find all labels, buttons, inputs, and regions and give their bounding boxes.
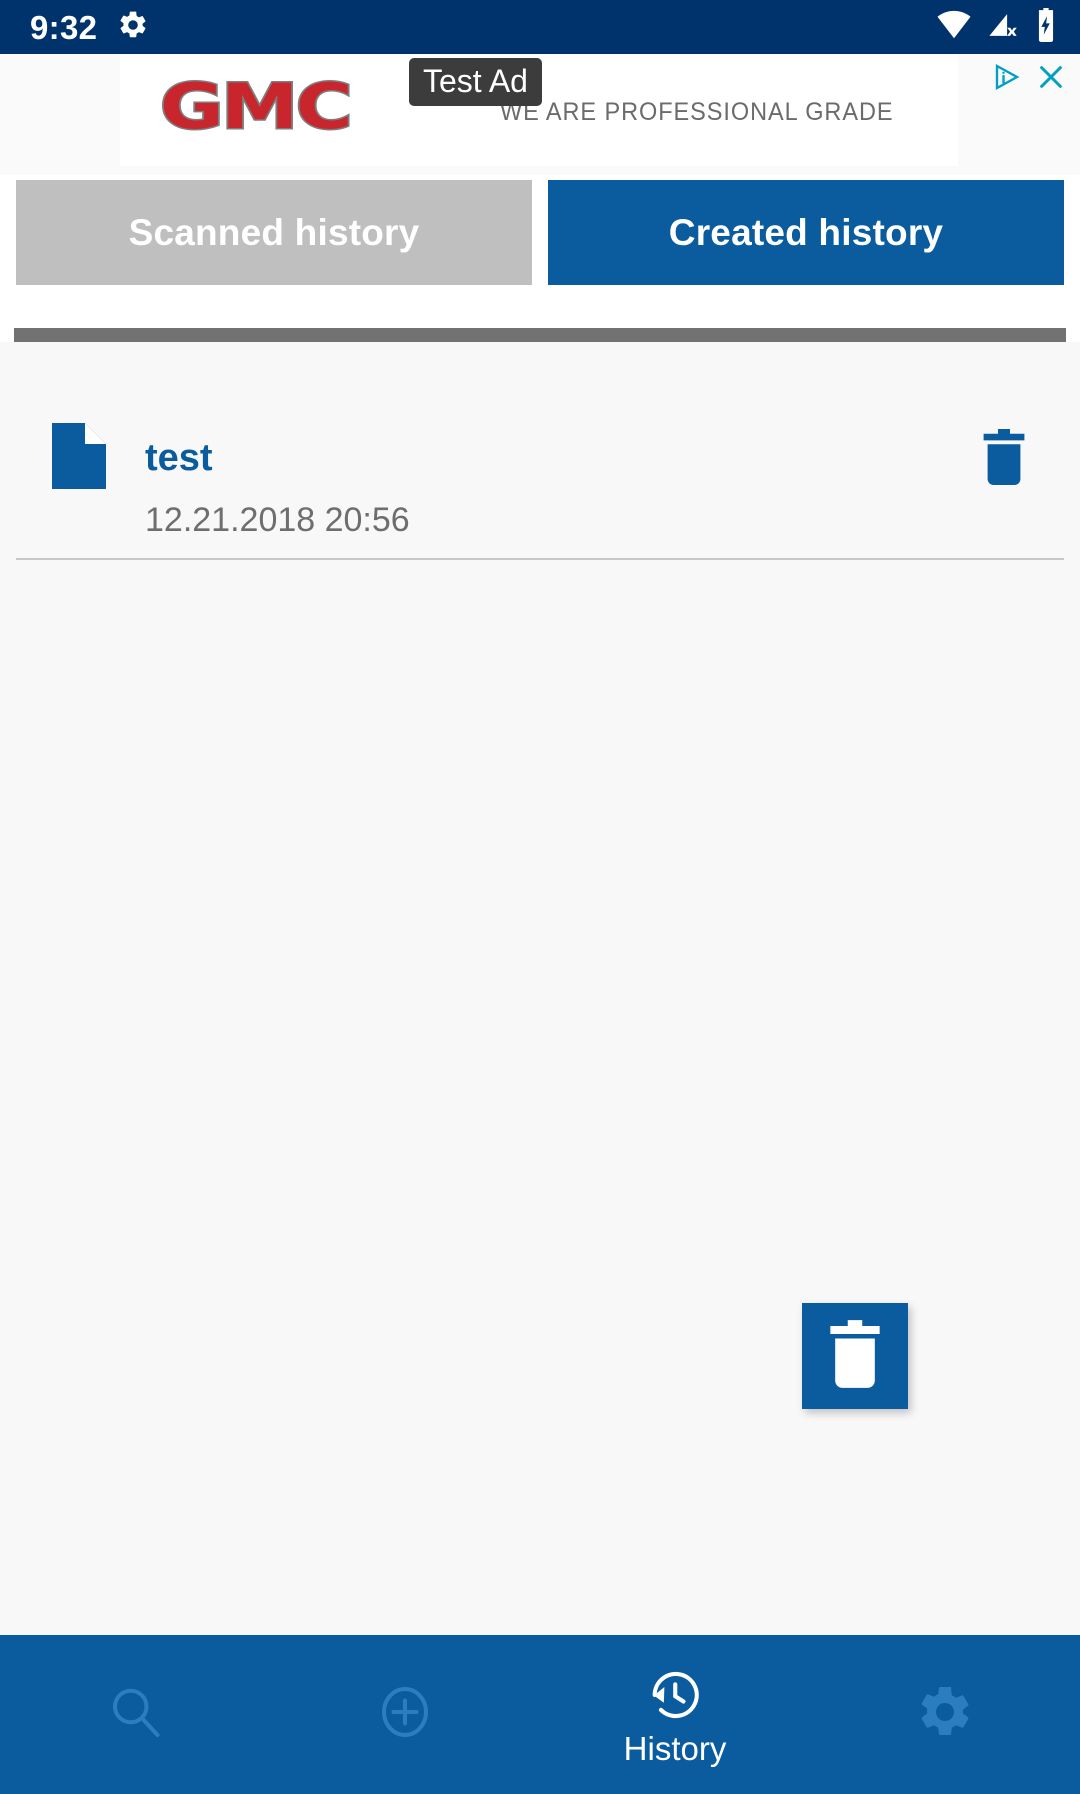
battery-charging-icon <box>1034 7 1058 47</box>
tab-created-history-label: Created history <box>668 211 944 253</box>
trash-icon[interactable] <box>980 428 1028 486</box>
tab-scanned-history-label: Scanned history <box>128 211 420 253</box>
wifi-icon <box>936 10 972 45</box>
nav-item-add[interactable] <box>270 1635 540 1794</box>
tab-scanned-history[interactable]: Scanned history <box>16 180 532 285</box>
ad-banner[interactable]: GMC WE ARE PROFESSIONAL GRADE Test Ad <box>0 54 1080 175</box>
add-circle-icon <box>375 1681 435 1743</box>
test-ad-badge: Test Ad <box>409 58 542 106</box>
document-icon <box>52 423 106 489</box>
history-list: test 12.21.2018 20:56 <box>0 342 1080 1635</box>
adchoices-icon[interactable] <box>992 62 1022 92</box>
list-item[interactable]: test 12.21.2018 20:56 <box>0 374 1080 560</box>
list-item-date: 12.21.2018 20:56 <box>145 501 410 539</box>
nav-item-settings[interactable] <box>810 1635 1080 1794</box>
settings-gear-icon <box>915 1681 975 1743</box>
trash-icon <box>826 1319 884 1393</box>
tab-created-history[interactable]: Created history <box>548 180 1064 285</box>
list-item-divider <box>16 558 1064 560</box>
history-icon <box>646 1664 704 1726</box>
nav-item-history-label: History <box>623 1730 727 1767</box>
bottom-navigation-bar: History <box>0 1635 1080 1794</box>
search-icon <box>105 1681 165 1743</box>
horizontal-scrollbar[interactable] <box>14 328 1066 342</box>
ad-brand-logo: GMC <box>158 70 354 143</box>
status-bar-notification-icons <box>117 9 149 46</box>
nav-item-history[interactable]: History <box>540 1635 810 1794</box>
cellular-signal-off-icon <box>986 10 1020 45</box>
status-bar: 9:32 <box>0 0 1080 54</box>
ad-tagline: WE ARE PROFESSIONAL GRADE <box>500 98 894 126</box>
nav-item-search[interactable] <box>0 1635 270 1794</box>
delete-all-fab[interactable] <box>802 1303 908 1409</box>
status-clock: 9:32 <box>30 8 98 46</box>
close-icon[interactable] <box>1036 62 1066 92</box>
status-bar-system-icons <box>936 7 1058 47</box>
history-tab-bar: Scanned history Created history <box>0 180 1080 285</box>
list-item-title: test <box>145 437 213 479</box>
settings-gear-icon <box>117 9 149 46</box>
